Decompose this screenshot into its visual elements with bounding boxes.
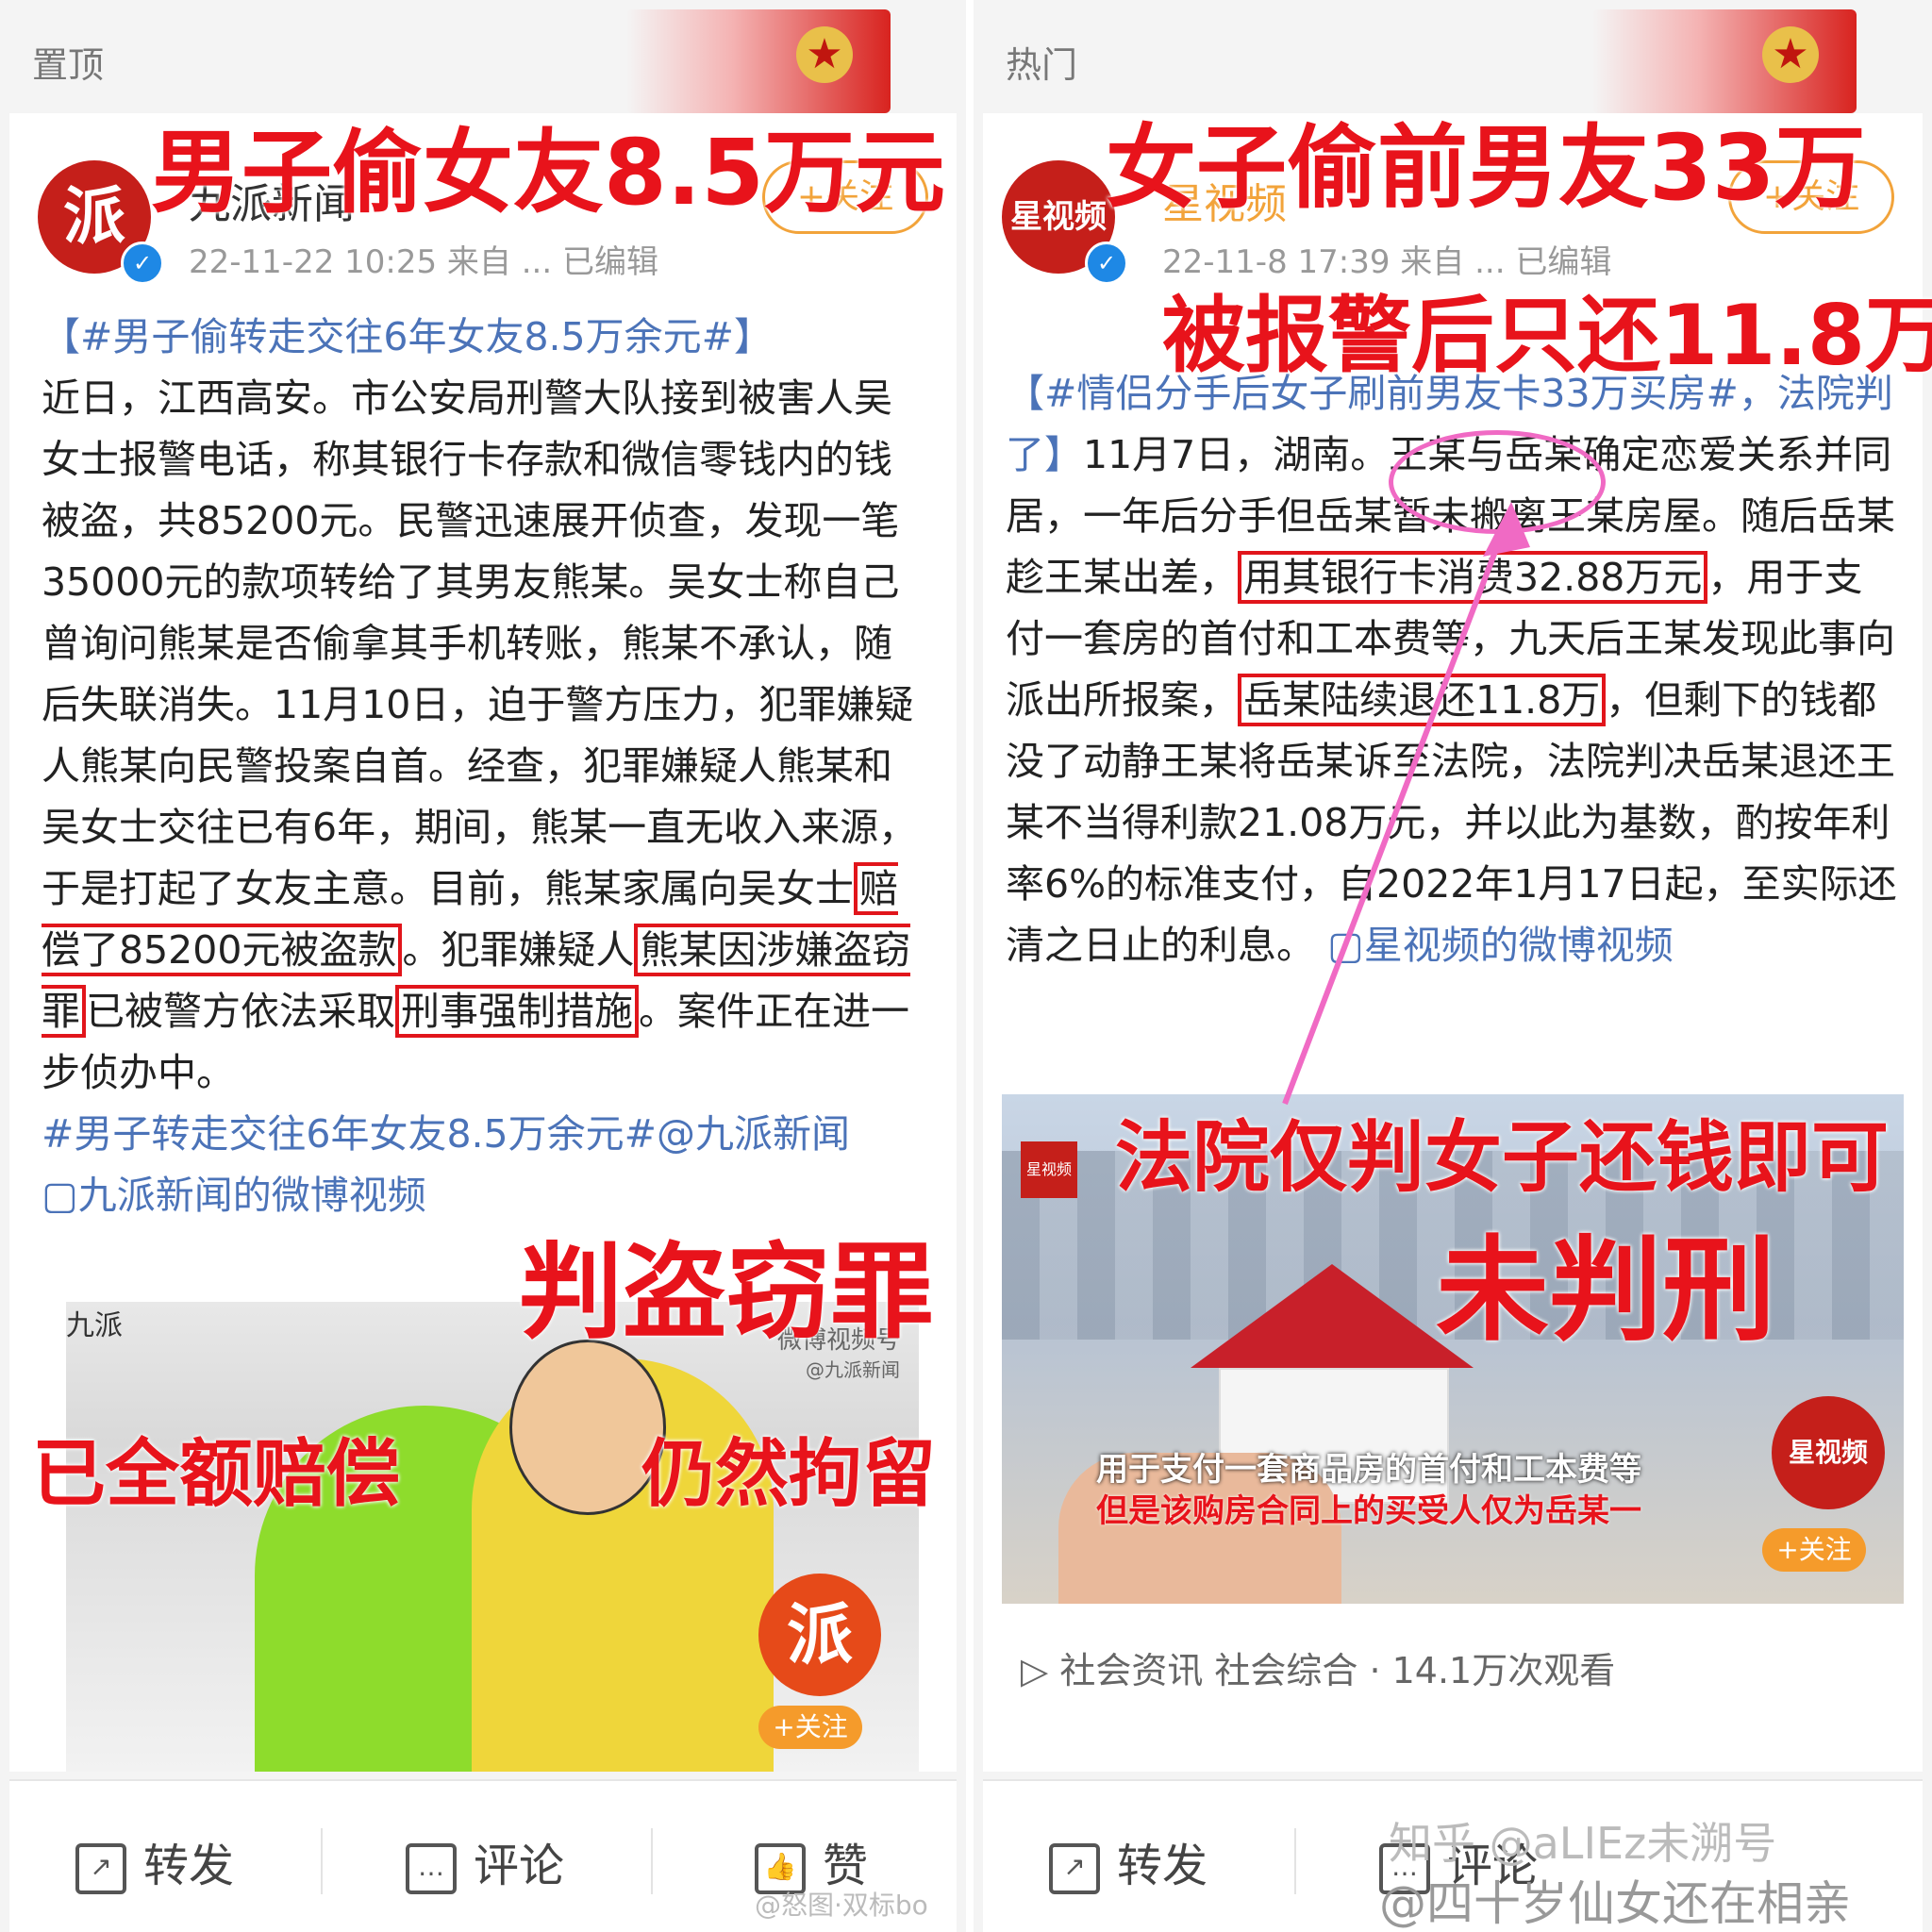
highlight-criminal-measures: 刑事强制措施 [395,985,639,1038]
overlay-still-detained: 仍然拘留 [641,1432,937,1517]
star-emblem-icon: ★ [1762,26,1819,83]
video-link[interactable]: ▢九派新闻的微博视频 [42,1173,426,1218]
video-caption-2: 但是该购房合同上的买受人仅为岳某一 [1096,1492,1641,1530]
post-body: 【#男子偷转走交往6年女友8.5万余元#】 近日，江西高安。市公安局刑警大队接到… [42,307,924,1226]
post-title-hashtag[interactable]: 【#男子偷转走交往6年女友8.5万余元#】 [42,307,924,368]
left-weibo-post-screenshot: 置顶 ★ 派 ✓ 九派新闻 22-11-22 10:25 来自 ... 已编辑 … [0,0,966,1932]
pinned-label: 置顶 [32,44,105,86]
star-emblem-icon: ★ [796,26,853,83]
banner-decoration: ★ [626,9,891,113]
post-meta: 22-11-22 10:25 来自 ... 已编辑 [189,243,658,281]
overlay-no-sentence: 未判刑 [1436,1225,1775,1357]
cartoon-image[interactable]: 九派 微博视频号 @九派新闻 派 +关注 [66,1302,919,1772]
verified-icon: ✓ [1085,242,1128,285]
video-caption-1: 用于支付一套商品房的首付和工本费等 [1096,1451,1641,1489]
repost-button[interactable]: ↗ 转发 [1049,1828,1208,1894]
action-bar: ↗ 转发 … 评论 👍 赞 @怒图·双标bo [9,1779,957,1932]
right-weibo-post-screenshot: 热门 ★ 星视频 ✓ 星视频 22-11-8 17:39 来自 ... 已编辑 … [974,0,1932,1932]
bottom-watermark: @怒图·双标bo [755,1890,928,1921]
video-stats: ▷ 社会资讯 社会综合 · 14.1万次观看 [1021,1650,1616,1691]
thumbnail-brand-icon: 星视频 [1021,1141,1077,1198]
comment-icon: … [406,1843,457,1894]
house-roof [1191,1264,1474,1368]
image-follow-button[interactable]: +关注 [758,1706,862,1749]
image-watermark-sub: @九派新闻 [806,1358,900,1381]
channel-logo: 星视频 [1772,1396,1885,1509]
overlay-headline: 女子偷前男友33万 [1106,115,1866,221]
channel-logo: 派 [758,1574,881,1696]
image-follow-button[interactable]: +关注 [1762,1528,1866,1572]
divider [321,1828,323,1894]
overlay-headline: 男子偷女友8.5万元 [151,120,946,225]
divider [1294,1828,1296,1894]
post-card: 派 ✓ 九派新闻 22-11-22 10:25 来自 ... 已编辑 +关注 【… [9,113,957,1772]
footer-hashtag-link[interactable]: #男子转走交往6年女友8.5万余元#@九派新闻 [42,1111,850,1157]
action-bar: ↗ 转发 … 评论 知乎 @aLIEz未溯号 @四十岁仙女还在相亲 [983,1779,1923,1932]
comment-button[interactable]: … 评论 [406,1828,564,1894]
repost-button[interactable]: ↗ 转发 [75,1828,234,1894]
image-brand-label: 九派 [66,1309,123,1342]
panel-separator [966,0,974,1932]
overlay-theft-crime: 判盗窃罪 [519,1232,934,1353]
overlay-subheadline: 被报警后只还11.8万 [1162,287,1932,384]
bottom-watermark: 知乎 @aLIEz未溯号 [1389,1818,1777,1869]
divider [651,1828,653,1894]
share-icon: ↗ [1049,1843,1100,1894]
play-icon: ▷ [1021,1650,1060,1691]
overlay-fully-compensated: 已全额赔偿 [32,1432,401,1517]
trending-label: 热门 [1006,44,1078,86]
bottom-watermark-2: @四十岁仙女还在相亲 [1379,1876,1851,1931]
verified-icon: ✓ [121,242,164,285]
annotation-arrow [1282,502,1530,1106]
share-icon: ↗ [75,1843,126,1894]
